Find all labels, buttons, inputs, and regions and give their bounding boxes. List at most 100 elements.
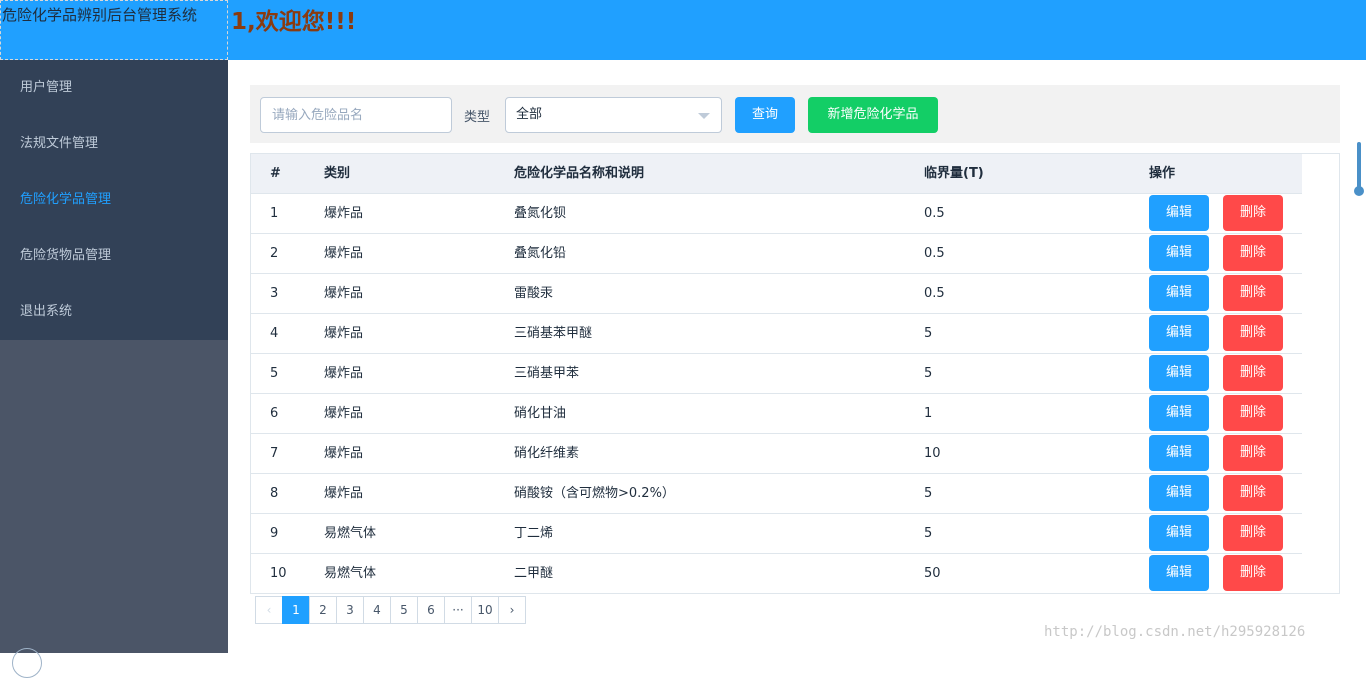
cell-name: 二甲醚: [514, 566, 554, 581]
sidebar-item-regulations[interactable]: 法规文件管理: [0, 116, 228, 172]
cell-threshold: 5: [924, 366, 933, 381]
cell-threshold: 0.5: [924, 246, 945, 261]
prev-page-chevron-left-icon[interactable]: ‹: [255, 596, 283, 624]
cell-category: 爆炸品: [324, 326, 364, 341]
cell-category: 爆炸品: [324, 486, 364, 501]
delete-button[interactable]: 删除: [1223, 555, 1283, 591]
edit-button[interactable]: 编辑: [1149, 515, 1209, 551]
cell-index: 2: [270, 246, 279, 261]
cell-threshold: 1: [924, 406, 933, 421]
delete-button[interactable]: 删除: [1223, 355, 1283, 391]
cell-threshold: 0.5: [924, 206, 945, 221]
column-header-actions: 操作: [1149, 166, 1176, 181]
cell-threshold: 50: [924, 566, 941, 581]
pagination: ‹ 1 2 3 4 5 6 ··· 10 ›: [255, 596, 526, 624]
cell-index: 8: [270, 486, 279, 501]
column-header-name: 危险化学品名称和说明: [514, 166, 645, 181]
page-6[interactable]: 6: [417, 596, 445, 624]
edit-button[interactable]: 编辑: [1149, 235, 1209, 271]
delete-button[interactable]: 删除: [1223, 435, 1283, 471]
type-selected-value: 全部: [516, 107, 543, 122]
cell-index: 4: [270, 326, 279, 341]
page-10[interactable]: 10: [471, 596, 499, 624]
table-row: 3 爆炸品 雷酸汞 0.5 编辑 删除: [251, 274, 1302, 314]
table-row: 10 易燃气体 二甲醚 50 编辑 删除: [251, 554, 1302, 594]
more-pages-ellipsis-icon[interactable]: ···: [444, 596, 472, 624]
delete-button[interactable]: 删除: [1223, 395, 1283, 431]
page-5[interactable]: 5: [390, 596, 418, 624]
delete-button[interactable]: 删除: [1223, 275, 1283, 311]
sidebar-item-dangerous-goods[interactable]: 危险货物品管理: [0, 228, 228, 284]
sidebar-item-logout[interactable]: 退出系统: [0, 284, 228, 340]
cell-index: 5: [270, 366, 279, 381]
delete-button[interactable]: 删除: [1223, 235, 1283, 271]
cell-name: 三硝基甲苯: [514, 366, 580, 381]
cell-name: 丁二烯: [514, 526, 554, 541]
column-header-threshold: 临界量(T): [924, 166, 984, 181]
page-4[interactable]: 4: [363, 596, 391, 624]
edit-button[interactable]: 编辑: [1149, 395, 1209, 431]
cell-category: 爆炸品: [324, 286, 364, 301]
edit-button[interactable]: 编辑: [1149, 315, 1209, 351]
query-button[interactable]: 查询: [735, 97, 795, 133]
edit-button[interactable]: 编辑: [1149, 475, 1209, 511]
table-header: # 类别 危险化学品名称和说明 临界量(T) 操作: [251, 154, 1302, 194]
cell-category: 爆炸品: [324, 206, 364, 221]
scroll-indicator-icon[interactable]: [1354, 142, 1364, 198]
table-row: 4 爆炸品 三硝基苯甲醚 5 编辑 删除: [251, 314, 1302, 354]
page-2[interactable]: 2: [309, 596, 337, 624]
cell-name: 三硝基苯甲醚: [514, 326, 593, 341]
cell-threshold: 10: [924, 446, 941, 461]
table-row: 8 爆炸品 硝酸铵（含可燃物>0.2%） 5 编辑 删除: [251, 474, 1302, 514]
system-title: 危险化学品辨别后台管理系统: [0, 0, 228, 60]
cell-index: 10: [270, 566, 287, 581]
table-row: 9 易燃气体 丁二烯 5 编辑 删除: [251, 514, 1302, 554]
table-row: 7 爆炸品 硝化纤维素 10 编辑 删除: [251, 434, 1302, 474]
type-select[interactable]: 全部: [505, 97, 722, 133]
type-label: 类型: [464, 110, 491, 125]
sidebar-menu: 用户管理 法规文件管理 危险化学品管理 危险货物品管理 退出系统: [0, 60, 228, 340]
sidebar-item-user-management[interactable]: 用户管理: [0, 60, 228, 116]
cell-name: 硝化纤维素: [514, 446, 580, 461]
column-header-index: #: [270, 166, 281, 181]
cell-index: 7: [270, 446, 279, 461]
delete-button[interactable]: 删除: [1223, 195, 1283, 231]
page-1[interactable]: 1: [282, 596, 310, 624]
chemical-name-search-input[interactable]: [260, 97, 452, 133]
sidebar-item-hazardous-chemicals[interactable]: 危险化学品管理: [0, 172, 228, 228]
table-row: 1 爆炸品 叠氮化钡 0.5 编辑 删除: [251, 194, 1302, 234]
cell-index: 6: [270, 406, 279, 421]
cell-index: 9: [270, 526, 279, 541]
cell-threshold: 5: [924, 326, 933, 341]
filter-bar: 类型 全部 查询 新增危险化学品: [250, 85, 1340, 143]
cell-category: 爆炸品: [324, 406, 364, 421]
cell-threshold: 5: [924, 486, 933, 501]
cell-name: 硝酸铵（含可燃物>0.2%）: [514, 486, 675, 501]
cell-name: 叠氮化钡: [514, 206, 567, 221]
chemicals-table: # 类别 危险化学品名称和说明 临界量(T) 操作 1 爆炸品 叠氮化钡 0.5…: [250, 153, 1340, 594]
edit-button[interactable]: 编辑: [1149, 355, 1209, 391]
cell-name: 硝化甘油: [514, 406, 567, 421]
delete-button[interactable]: 删除: [1223, 315, 1283, 351]
cell-category: 爆炸品: [324, 446, 364, 461]
delete-button[interactable]: 删除: [1223, 475, 1283, 511]
delete-button[interactable]: 删除: [1223, 515, 1283, 551]
table-row: 5 爆炸品 三硝基甲苯 5 编辑 删除: [251, 354, 1302, 394]
scroll-indicator-stem: [1357, 142, 1361, 188]
cell-category: 易燃气体: [324, 526, 377, 541]
edit-button[interactable]: 编辑: [1149, 195, 1209, 231]
column-header-category: 类别: [324, 166, 351, 181]
cell-category: 爆炸品: [324, 366, 364, 381]
welcome-message: 1,欢迎您!!!: [231, 9, 357, 35]
scroll-indicator-bulb: [1354, 186, 1364, 196]
cell-name: 雷酸汞: [514, 286, 554, 301]
page-3[interactable]: 3: [336, 596, 364, 624]
edit-button[interactable]: 编辑: [1149, 275, 1209, 311]
next-page-chevron-right-icon[interactable]: ›: [498, 596, 526, 624]
cell-category: 爆炸品: [324, 246, 364, 261]
watermark: http://blog.csdn.net/h295928126: [1044, 624, 1306, 640]
cell-threshold: 5: [924, 526, 933, 541]
add-chemical-button[interactable]: 新增危险化学品: [808, 97, 938, 133]
edit-button[interactable]: 编辑: [1149, 435, 1209, 471]
edit-button[interactable]: 编辑: [1149, 555, 1209, 591]
